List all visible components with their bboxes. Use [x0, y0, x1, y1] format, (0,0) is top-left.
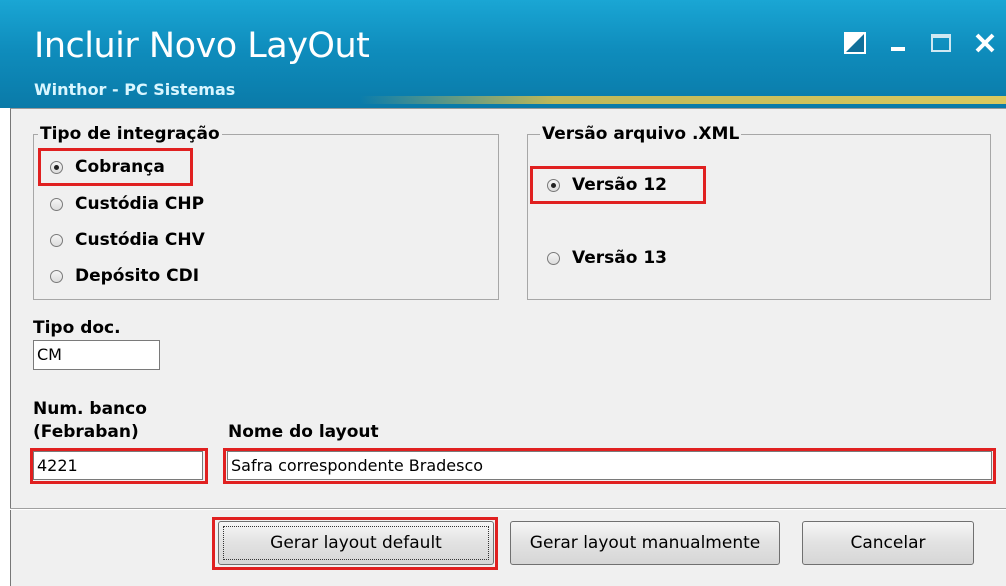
cancelar-button[interactable]: Cancelar: [802, 521, 974, 565]
radio-unselected-icon: [50, 197, 63, 211]
window-subtitle: Winthor - PC Sistemas: [34, 80, 236, 99]
window-title: Incluir Novo LayOut: [34, 26, 370, 66]
radio-unselected-icon: [50, 269, 63, 283]
close-icon[interactable]: [974, 32, 996, 54]
nome-layout-label: Nome do layout: [228, 422, 379, 442]
radio-custodia-chp-label: Custódia CHP: [75, 194, 205, 214]
versao-xml-legend: Versão arquivo .XML: [540, 124, 742, 144]
radio-custodia-chv[interactable]: Custódia CHV: [50, 228, 205, 252]
tipo-doc-input[interactable]: CM: [33, 340, 160, 370]
highlight-nome-layout: [223, 448, 996, 484]
restore-icon[interactable]: [844, 32, 866, 54]
num-banco-label-line1: Num. banco: [33, 399, 147, 419]
divider-highlight: [10, 509, 1006, 510]
highlight-num-banco: [30, 448, 208, 484]
title-decoration: [360, 96, 1006, 104]
minimize-icon[interactable]: [888, 32, 910, 54]
radio-versao-13-label: Versão 13: [572, 248, 667, 268]
radio-versao-13[interactable]: Versão 13: [547, 246, 667, 270]
versao-xml-group: [527, 134, 991, 300]
title-bar[interactable]: Incluir Novo LayOut Winthor - PC Sistema…: [0, 0, 1006, 108]
gerar-layout-manualmente-button[interactable]: Gerar layout manualmente: [510, 521, 780, 565]
maximize-icon[interactable]: [930, 32, 952, 54]
cancelar-label: Cancelar: [850, 533, 926, 553]
highlight-gerar-default: [212, 517, 498, 570]
radio-deposito-cdi-label: Depósito CDI: [75, 266, 200, 286]
radio-custodia-chv-label: Custódia CHV: [75, 230, 205, 250]
radio-unselected-icon: [50, 233, 63, 247]
radio-deposito-cdi[interactable]: Depósito CDI: [50, 264, 199, 288]
tipo-integracao-legend: Tipo de integração: [38, 124, 222, 144]
radio-custodia-chp[interactable]: Custódia CHP: [50, 192, 204, 216]
gerar-layout-manualmente-label: Gerar layout manualmente: [529, 533, 761, 553]
highlight-versao-12: [530, 166, 706, 204]
num-banco-label-line2: (Febraban): [33, 422, 139, 442]
tipo-doc-label: Tipo doc.: [33, 318, 121, 338]
highlight-cobranca: [38, 148, 193, 186]
radio-unselected-icon: [547, 251, 560, 265]
